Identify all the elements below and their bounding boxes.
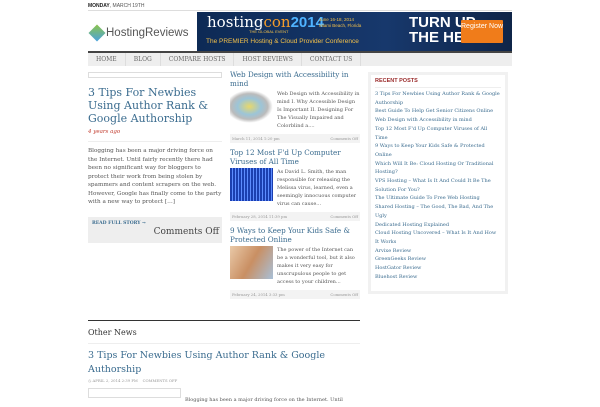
list-item: 9 Ways to Keep Your Kids Safe & Protecte… bbox=[230, 226, 360, 299]
recent-post-link[interactable]: Arvixe Review bbox=[375, 247, 501, 256]
banner-tag: THE GLOBAL EVENT bbox=[249, 29, 289, 34]
kids-thumbnail[interactable] bbox=[230, 246, 273, 279]
other-news-date: APRIL 2, 2014 2:39 PM bbox=[92, 378, 138, 383]
post-title[interactable]: 9 Ways to Keep Your Kids Safe & Protecte… bbox=[230, 226, 360, 244]
other-news-excerpt: Blogging has been a major driving force … bbox=[185, 397, 343, 403]
recent-post-link[interactable]: Dedicated Hosting Explained bbox=[375, 221, 501, 230]
post-comments[interactable]: Comments Off bbox=[330, 136, 358, 141]
date-day: MONDAY bbox=[88, 3, 110, 9]
recent-post-link[interactable]: VPS Hosting – What Is It And Could It Be… bbox=[375, 177, 501, 194]
main-nav: HOME BLOG COMPARE HOSTS HOST REVIEWS CON… bbox=[88, 51, 512, 66]
logo-diamond-icon bbox=[88, 24, 106, 42]
recent-post-link[interactable]: The Ultimate Guide To Free Web Hosting bbox=[375, 194, 501, 203]
post-comments[interactable]: Comments Off bbox=[330, 214, 358, 219]
recent-post-link[interactable]: HostGator Review bbox=[375, 264, 501, 273]
date-bar: MONDAY, MARCH 19TH bbox=[88, 3, 145, 9]
recent-post-link[interactable]: Top 12 Most F'd Up Computer Viruses of A… bbox=[375, 125, 501, 142]
recent-post-link[interactable]: GreenGeeks Review bbox=[375, 255, 501, 264]
post-date: February 24, 2014 3:33 pm bbox=[232, 292, 285, 297]
other-news-heading: Other News bbox=[88, 321, 360, 344]
recent-post-link[interactable]: Best Guide To Help Get Senior Citizens O… bbox=[375, 107, 501, 116]
recent-post-link[interactable]: Bluehost Review bbox=[375, 273, 501, 282]
date-text: , MARCH 19TH bbox=[109, 3, 145, 9]
recent-post-link[interactable]: Cloud Hosting Uncovered – What Is It And… bbox=[375, 229, 501, 246]
sidebar-recent-posts: RECENT POSTS 3 Tips For Newbies Using Au… bbox=[368, 72, 508, 294]
recent-post-link[interactable]: 9 Ways to Keep Your Kids Safe & Protecte… bbox=[375, 142, 501, 159]
post-excerpt: As David L. Smith, the man responsible f… bbox=[277, 169, 357, 207]
nav-blog[interactable]: BLOG bbox=[126, 53, 161, 66]
featured-image-placeholder bbox=[88, 72, 222, 78]
recent-post-link[interactable]: Web Design with Accessibility in mind bbox=[375, 116, 501, 125]
list-item: Web Design with Accessibility in mind We… bbox=[230, 70, 360, 143]
post-title[interactable]: Web Design with Accessibility in mind bbox=[230, 70, 360, 88]
register-button[interactable]: Register Now bbox=[461, 20, 503, 43]
post-excerpt: The power of the Internet can be a wonde… bbox=[277, 247, 355, 285]
post-excerpt: Web Design with Accessibility in mind I.… bbox=[277, 91, 360, 129]
comments-link[interactable]: Comments Off bbox=[154, 227, 219, 237]
nav-host-reviews[interactable]: HOST REVIEWS bbox=[234, 53, 302, 66]
other-news-comments[interactable]: COMMENTS OFF bbox=[143, 378, 178, 383]
nav-contact-us[interactable]: CONTACT US bbox=[302, 53, 362, 66]
recent-post-link[interactable]: Shared Hosting – The Good, The Bad, And … bbox=[375, 203, 501, 220]
word-cloud-thumbnail[interactable] bbox=[230, 90, 273, 123]
post-date: February 28, 2014 11:39 pm bbox=[232, 214, 288, 219]
featured-title[interactable]: 3 Tips For Newbies Using Author Rank & G… bbox=[88, 86, 222, 125]
featured-excerpt: Blogging has been a major driving force … bbox=[88, 141, 222, 207]
banner-dates: June 16-18, 2014 Miami Beach, Florida bbox=[319, 17, 362, 28]
read-full-story-link[interactable]: READ FULL STORY → bbox=[92, 221, 146, 226]
logo-text: HostingReviews bbox=[106, 27, 189, 39]
list-item: Top 12 Most F'd Up Computer Viruses of A… bbox=[230, 148, 360, 221]
divider bbox=[88, 10, 512, 11]
post-title[interactable]: Top 12 Most F'd Up Computer Viruses of A… bbox=[230, 148, 360, 166]
nav-home[interactable]: HOME bbox=[88, 53, 126, 66]
other-news-meta: ◷ APRIL 2, 2014 2:39 PM COMMENTS OFF bbox=[88, 378, 360, 383]
ad-banner[interactable]: hostingcon2014 THE GLOBAL EVENT June 16-… bbox=[197, 12, 512, 51]
nav-compare-hosts[interactable]: COMPARE HOSTS bbox=[161, 53, 235, 66]
other-news: Other News 3 Tips For Newbies Using Auth… bbox=[88, 320, 360, 407]
post-comments[interactable]: Comments Off bbox=[330, 292, 358, 297]
recent-post-link[interactable]: Which Will It Be: Cloud Hosting Or Tradi… bbox=[375, 160, 501, 177]
featured-post: 3 Tips For Newbies Using Author Rank & G… bbox=[88, 72, 222, 243]
post-date: March 11, 2014 1:20 pm bbox=[232, 136, 280, 141]
other-news-image-placeholder bbox=[88, 388, 181, 398]
virus-code-thumbnail[interactable] bbox=[230, 168, 273, 201]
banner-premier: The PREMIER Hosting & Cloud Provider Con… bbox=[206, 38, 359, 45]
recent-post-link[interactable]: 3 Tips For Newbies Using Author Rank & G… bbox=[375, 90, 501, 107]
other-news-title[interactable]: 3 Tips For Newbies Using Author Rank & G… bbox=[88, 349, 360, 377]
site-logo[interactable]: HostingReviews bbox=[88, 18, 196, 48]
post-list: Web Design with Accessibility in mind We… bbox=[230, 70, 360, 305]
sidebar-title: RECENT POSTS bbox=[375, 78, 501, 88]
featured-age: 4 years ago bbox=[88, 129, 121, 135]
featured-footer: READ FULL STORY → Comments Off bbox=[88, 216, 222, 243]
